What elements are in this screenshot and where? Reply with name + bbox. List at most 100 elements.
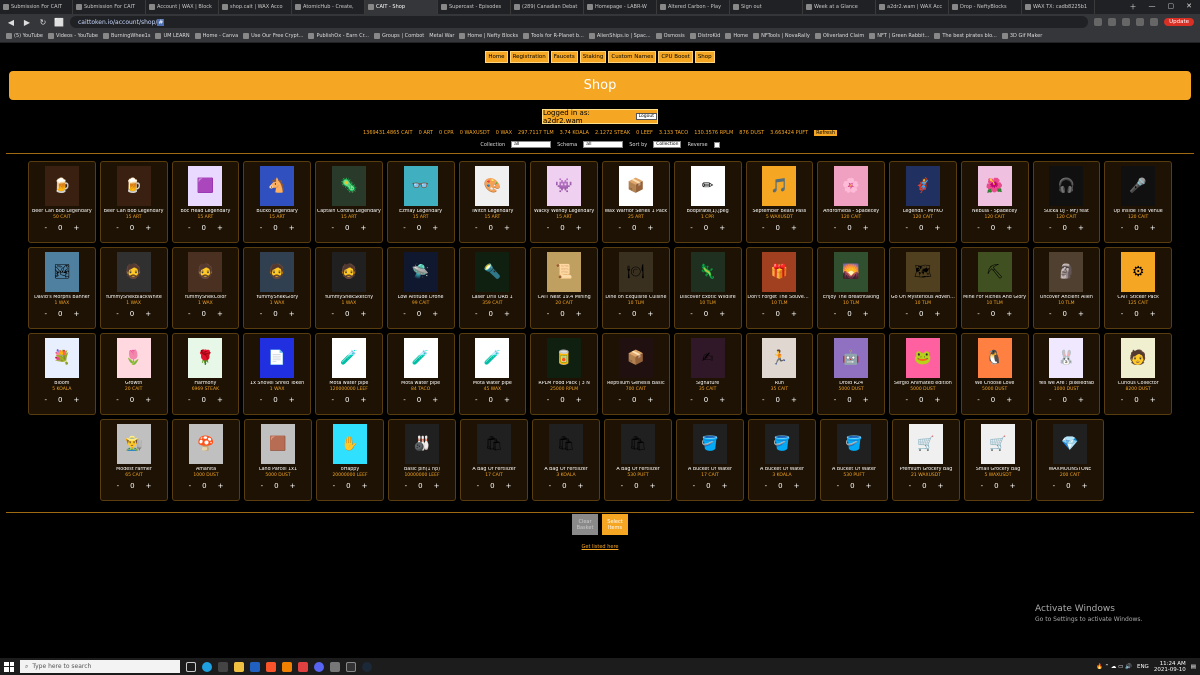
- shop-item-card[interactable]: 🎤 Up Inside The Venue 120 CAIT - 0 +: [1104, 161, 1172, 243]
- increment-button[interactable]: +: [647, 310, 653, 318]
- decrement-button[interactable]: -: [188, 224, 191, 232]
- shop-item-card[interactable]: 📄 1x Shovel Shred Token 1 WAX - 0 +: [243, 333, 311, 415]
- decrement-button[interactable]: -: [1053, 482, 1056, 490]
- shop-item-card[interactable]: 🟪 Boc Head Legendary 15 ART - 0 +: [171, 161, 240, 243]
- decrement-button[interactable]: -: [834, 396, 837, 404]
- refresh-button[interactable]: Refresh: [814, 130, 838, 136]
- nav-item-cpu-boost[interactable]: CPU Boost: [658, 51, 693, 63]
- decrement-button[interactable]: -: [333, 482, 336, 490]
- bookmark-item[interactable]: Oliverland Claim: [814, 33, 864, 39]
- bookmark-item[interactable]: Home | Nefty Blocks: [459, 33, 518, 39]
- increment-button[interactable]: +: [145, 224, 151, 232]
- decrement-button[interactable]: -: [977, 310, 980, 318]
- url-input[interactable]: caittoken.io/account/shop/#: [70, 16, 1089, 28]
- bookmark-item[interactable]: NFTools | NovaRally: [753, 33, 810, 39]
- increment-button[interactable]: +: [576, 224, 582, 232]
- language-indicator[interactable]: ENG: [1137, 664, 1149, 670]
- increment-button[interactable]: +: [504, 310, 510, 318]
- decrement-button[interactable]: -: [44, 310, 47, 318]
- shop-item-card[interactable]: 🛍 A Bag Of Fertilizer 17 CAIT - 0 +: [460, 419, 528, 501]
- bookmark-item[interactable]: Home: [725, 33, 748, 39]
- bookmark-item[interactable]: Use Our Free Crypt...: [243, 33, 303, 39]
- decrement-button[interactable]: -: [189, 482, 192, 490]
- increment-button[interactable]: +: [434, 482, 440, 490]
- shop-item-card[interactable]: 🎵 September Beats Pass 5 WAXUSDT - 0 +: [745, 161, 814, 243]
- clock[interactable]: 11:24 AM 2021-09-10: [1154, 661, 1186, 673]
- maximize-icon[interactable]: ▢: [1168, 2, 1175, 12]
- increment-button[interactable]: +: [791, 310, 797, 318]
- decrement-button[interactable]: -: [690, 310, 693, 318]
- increment-button[interactable]: +: [362, 482, 368, 490]
- back-icon[interactable]: ◀: [6, 18, 16, 27]
- browser-tab[interactable]: Submission For CAIT: [73, 0, 146, 14]
- increment-button[interactable]: +: [217, 396, 223, 404]
- app-icon[interactable]: [330, 661, 340, 672]
- nav-item-home[interactable]: Home: [485, 51, 508, 63]
- shop-item-card[interactable]: 🧔 YummySnekColor 1 WAX - 0 +: [171, 247, 240, 329]
- extension-icon[interactable]: [1136, 18, 1145, 26]
- browser-tab[interactable]: CAIT - Shop: [365, 0, 438, 14]
- increment-button[interactable]: +: [289, 310, 295, 318]
- increment-button[interactable]: +: [1150, 310, 1156, 318]
- increment-button[interactable]: +: [863, 396, 869, 404]
- increment-button[interactable]: +: [863, 310, 869, 318]
- bookmark-page-icon[interactable]: ⬜: [54, 18, 64, 27]
- decrement-button[interactable]: -: [909, 482, 912, 490]
- decrement-button[interactable]: -: [549, 482, 552, 490]
- increment-button[interactable]: +: [1078, 224, 1084, 232]
- shop-item-card[interactable]: 🥫 RPLM Food Pack | 3 N 25000 RPLM - 0 +: [530, 333, 598, 415]
- collection-select[interactable]: all: [511, 141, 552, 148]
- clear-basket-button[interactable]: Clear Basket: [572, 514, 598, 535]
- decrement-button[interactable]: -: [618, 396, 621, 404]
- decrement-button[interactable]: -: [403, 310, 406, 318]
- decrement-button[interactable]: -: [690, 396, 693, 404]
- increment-button[interactable]: +: [360, 224, 366, 232]
- increment-button[interactable]: +: [217, 224, 223, 232]
- increment-button[interactable]: +: [719, 396, 725, 404]
- increment-button[interactable]: +: [432, 310, 438, 318]
- shop-item-card[interactable]: 🌸 Andromeda - Spadecey 120 CAIT - 0 +: [817, 161, 885, 243]
- decrement-button[interactable]: -: [977, 224, 980, 232]
- shop-item-card[interactable]: ⛏ Mine For Riches And Glory 10 TLM - 0 +: [960, 247, 1029, 329]
- bookmark-item[interactable]: 3D Gif Maker: [1001, 33, 1042, 39]
- shop-item-card[interactable]: ✏ Bodpirate(1).jpeg 1 CPR - 0 +: [673, 161, 742, 243]
- shop-item-card[interactable]: 🤖 Droid R24 5000 DUST - 0 +: [817, 333, 885, 415]
- increment-button[interactable]: +: [504, 224, 510, 232]
- increment-button[interactable]: +: [1006, 224, 1012, 232]
- extension-icon[interactable]: [1108, 18, 1117, 26]
- shop-item-card[interactable]: 🎁 Don't Forget The Souvenirs 10 TLM - 0 +: [745, 247, 814, 329]
- decrement-button[interactable]: -: [44, 224, 47, 232]
- bookmark-item[interactable]: Tools for R-Planet b...: [523, 33, 584, 39]
- browser-tab[interactable]: shop.cait | WAX Acco: [219, 0, 292, 14]
- decrement-button[interactable]: -: [475, 310, 478, 318]
- increment-button[interactable]: +: [73, 224, 79, 232]
- decrement-button[interactable]: -: [1121, 396, 1124, 404]
- decrement-button[interactable]: -: [260, 310, 263, 318]
- decrement-button[interactable]: -: [905, 396, 908, 404]
- decrement-button[interactable]: -: [834, 224, 837, 232]
- shop-item-card[interactable]: ✋ oHappy 20000000 LEEF - 0 +: [316, 419, 384, 501]
- increment-button[interactable]: +: [938, 482, 944, 490]
- browser-tab[interactable]: Week at a Glance: [803, 0, 876, 14]
- increment-button[interactable]: +: [866, 482, 872, 490]
- shop-item-card[interactable]: 🪣 A Bucket Of Water 3 KOALA - 0 +: [748, 419, 816, 501]
- logout-button[interactable]: Logout: [635, 113, 657, 120]
- app-icon[interactable]: [346, 661, 356, 672]
- decrement-button[interactable]: -: [618, 310, 621, 318]
- shop-item-card[interactable]: 🌄 Enjoy The Breathtaking 10 TLM - 0 +: [817, 247, 885, 329]
- shop-item-card[interactable]: 🎳 Basic pin(1 hp) 10000000 LEEF - 0 +: [388, 419, 456, 501]
- shop-item-card[interactable]: 🦎 Discover Exotic Wildlife 10 TLM - 0 +: [673, 247, 742, 329]
- decrement-button[interactable]: -: [116, 224, 119, 232]
- decrement-button[interactable]: -: [116, 396, 119, 404]
- increment-button[interactable]: +: [289, 396, 295, 404]
- decrement-button[interactable]: -: [403, 396, 406, 404]
- extension-icon[interactable]: [1094, 18, 1103, 26]
- shop-item-card[interactable]: 👓 Ezmay Legendary 15 ART - 0 +: [386, 161, 455, 243]
- shop-item-card[interactable]: 🎨 Twitch Legendary 15 ART - 0 +: [458, 161, 527, 243]
- increment-button[interactable]: +: [145, 310, 151, 318]
- task-view-icon[interactable]: [186, 661, 196, 672]
- shop-item-card[interactable]: 🛍 A Bag Of Fertilizer 530 PUFT - 0 +: [604, 419, 672, 501]
- decrement-button[interactable]: -: [547, 310, 550, 318]
- mail-icon[interactable]: [250, 661, 260, 672]
- increment-button[interactable]: +: [791, 224, 797, 232]
